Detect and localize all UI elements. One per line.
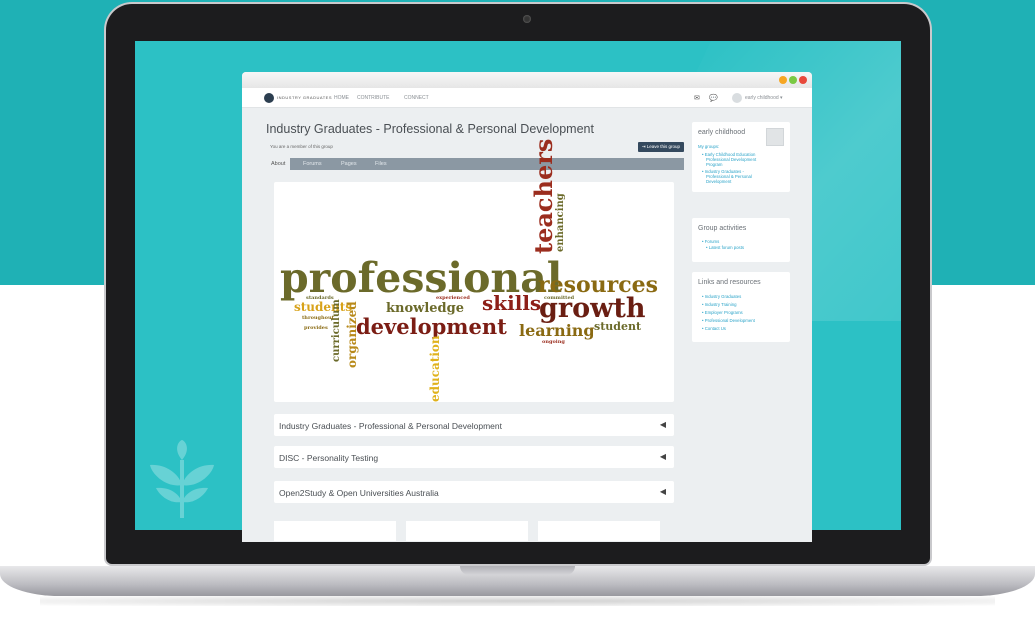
link-employer-programs[interactable]: • Employer Programs	[702, 310, 743, 315]
chat-icon[interactable]: 💬	[709, 94, 718, 102]
laptop-shadow	[40, 596, 995, 606]
links-resources-title: Links and resources	[698, 279, 761, 286]
group-link-ece-line3[interactable]: Program	[706, 162, 722, 167]
links-resources-box: Links and resources • Industry Graduates…	[692, 272, 790, 342]
word-cloud-image: professional development teachers resour…	[274, 139, 674, 402]
section-label: DISC - Personality Testing	[279, 453, 379, 463]
bottom-widget-2	[406, 521, 528, 541]
profile-avatar	[766, 128, 784, 146]
leave-group-button[interactable]: ⇥ Leave this group	[637, 142, 684, 152]
word-experienced: experienced	[436, 295, 470, 301]
word-curriculum: curriculum	[331, 299, 342, 362]
activity-forums-label: Forums	[704, 239, 720, 244]
bottom-widget-3	[538, 521, 660, 541]
word-standards: standards	[306, 295, 334, 301]
group-link-ig-line3[interactable]: Development	[706, 179, 731, 184]
section-industry-graduates[interactable]: Industry Graduates - Professional & Pers…	[274, 414, 674, 436]
link-label: Professional Development	[704, 318, 755, 323]
membership-bar: You are a member of this group ⇥ Leave t…	[266, 142, 684, 152]
leave-group-label: Leave this group	[646, 144, 680, 149]
nav-connect-link[interactable]: CONNECT	[404, 95, 429, 101]
link-professional-development[interactable]: • Professional Development	[702, 318, 755, 323]
activity-latest-posts-label: Latest forum posts	[708, 245, 745, 250]
profile-name: early childhood	[698, 129, 746, 136]
link-label: Employer Programs	[704, 310, 743, 315]
window-titlebar	[242, 72, 812, 88]
word-learning: learning	[519, 321, 595, 340]
minimize-window-button[interactable]	[779, 76, 787, 84]
collapse-arrow-icon[interactable]: ◀	[660, 452, 666, 461]
word-organized: organized	[345, 301, 359, 368]
nav-contribute-link[interactable]: CONTRIBUTE	[357, 95, 390, 101]
top-navbar: INDUSTRY GRADUATES HOME CONTRIBUTE CONNE…	[242, 88, 812, 108]
mail-icon[interactable]: ✉	[694, 94, 700, 102]
user-menu[interactable]: early childhood ▾	[745, 95, 783, 101]
activity-latest-posts-link[interactable]: • Latest forum posts	[706, 245, 744, 250]
word-ongoing: ongoing	[542, 339, 565, 345]
collapse-arrow-icon[interactable]: ◀	[660, 487, 666, 496]
word-enhancing: enhancing	[555, 193, 566, 252]
page-title: Industry Graduates - Professional & Pers…	[266, 122, 594, 136]
word-student: student	[594, 320, 642, 333]
bottom-widget-1	[274, 521, 396, 541]
member-status-text: You are a member of this group	[270, 144, 333, 149]
link-label: Industry Training	[704, 302, 737, 307]
word-provides: provides	[304, 325, 328, 331]
link-industry-graduates[interactable]: • Industry Graduates	[702, 294, 741, 299]
word-throughout: throughout	[302, 315, 334, 321]
section-open2study[interactable]: Open2Study & Open Universities Australia…	[274, 481, 674, 503]
site-logo-text[interactable]: INDUSTRY GRADUATES	[277, 95, 332, 100]
site-logo-icon[interactable]	[264, 93, 274, 103]
section-label: Open2Study & Open Universities Australia	[279, 488, 439, 498]
browser-window: INDUSTRY GRADUATES HOME CONTRIBUTE CONNE…	[242, 72, 812, 542]
maximize-window-button[interactable]	[789, 76, 797, 84]
word-students: students	[294, 300, 353, 314]
main-content: Industry Graduates - Professional & Pers…	[266, 108, 686, 542]
tab-files[interactable]: Files	[370, 158, 392, 170]
link-label: Industry Graduates	[704, 294, 742, 299]
group-tabs: About Forums Pages Files	[266, 158, 684, 170]
section-label: Industry Graduates - Professional & Pers…	[279, 421, 503, 431]
camera-icon	[523, 15, 531, 23]
tab-forums[interactable]: Forums	[298, 158, 327, 170]
word-education: education	[428, 335, 442, 402]
tab-about[interactable]: About	[266, 158, 291, 170]
word-development: development	[356, 314, 507, 339]
laptop-notch	[460, 566, 575, 575]
nav-home-link[interactable]: HOME	[334, 95, 349, 101]
leaf-logo-icon	[150, 440, 214, 519]
tab-pages[interactable]: Pages	[336, 158, 362, 170]
profile-box: early childhood My groups: • Early Child…	[692, 122, 790, 192]
activity-forums-link[interactable]: • Forums	[702, 239, 719, 244]
group-activities-box: Group activities • Forums • Latest forum…	[692, 218, 790, 262]
link-industry-training[interactable]: • Industry Training	[702, 302, 736, 307]
my-groups-label: My groups:	[698, 144, 720, 149]
link-label: Contact Us	[704, 326, 726, 331]
section-disc[interactable]: DISC - Personality Testing ◀	[274, 446, 674, 468]
word-committed: committed	[544, 295, 575, 301]
close-window-button[interactable]	[799, 76, 807, 84]
collapse-arrow-icon[interactable]: ◀	[660, 420, 666, 429]
user-avatar[interactable]	[732, 93, 742, 103]
word-skills: skills	[482, 291, 542, 315]
link-contact-us[interactable]: • Contact Us	[702, 326, 726, 331]
group-activities-title: Group activities	[698, 225, 747, 232]
word-knowledge: knowledge	[386, 301, 464, 316]
word-teachers: teachers	[529, 138, 558, 254]
